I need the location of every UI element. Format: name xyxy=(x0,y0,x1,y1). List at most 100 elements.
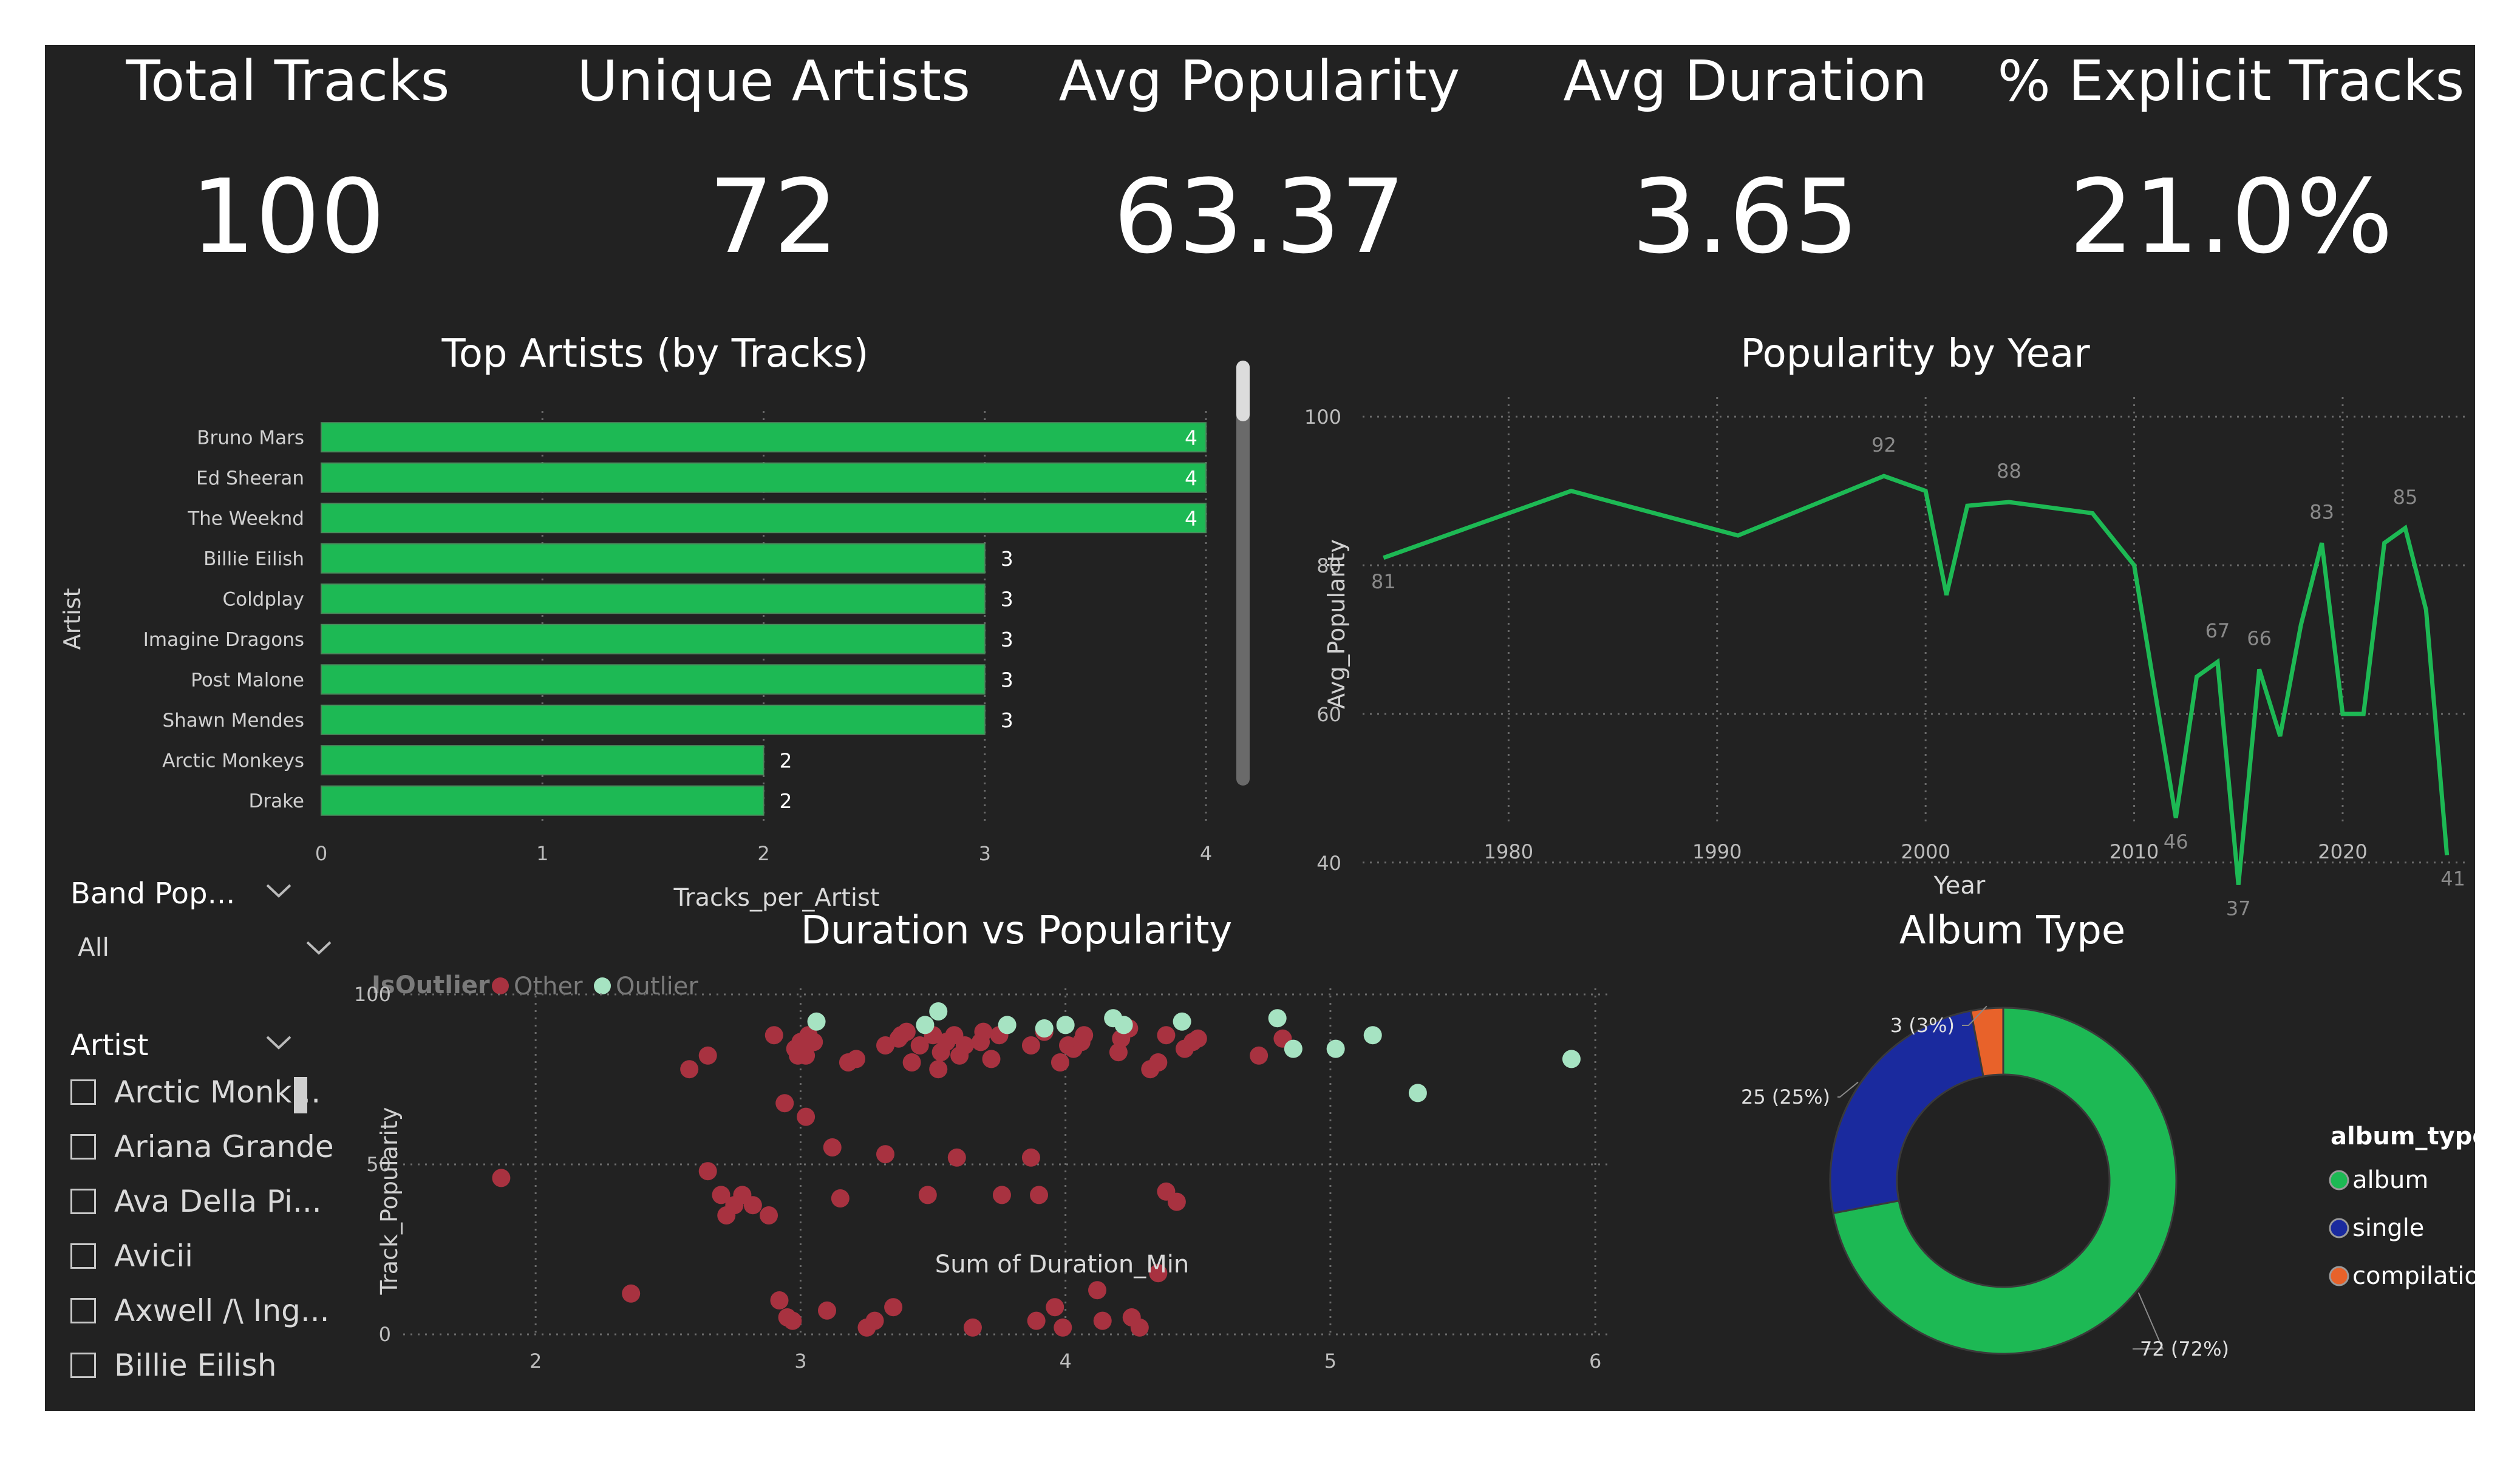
scatter-point xyxy=(1149,1053,1168,1072)
scatter-point xyxy=(823,1138,842,1156)
bar xyxy=(321,745,765,776)
scatter-point xyxy=(1268,1009,1287,1028)
band-popularity-slicer-chevron-icon[interactable] xyxy=(264,878,294,902)
artist-option[interactable]: Ariana Grande xyxy=(70,1126,334,1168)
data-label: 25 (25%) xyxy=(1741,1085,1830,1109)
legend-label: Other xyxy=(514,973,583,1000)
data-label: 92 xyxy=(1871,433,1896,457)
band-popularity-dropdown[interactable]: All xyxy=(70,926,338,969)
kpi-title-total-tracks: Total Tracks xyxy=(126,49,450,114)
data-label: 88 xyxy=(1997,460,2021,483)
kpi-title-avg-popularity: Avg Popularity xyxy=(1058,49,1460,114)
x-tick-label: 3 xyxy=(794,1350,806,1373)
checkbox[interactable] xyxy=(70,1353,96,1378)
bar xyxy=(321,422,1207,453)
y-tick-label: 0 xyxy=(379,1323,391,1346)
y-tick-label: Coldplay xyxy=(222,588,304,610)
data-label: 3 (3%) xyxy=(1890,1014,1955,1037)
y-tick-label: Shawn Mendes xyxy=(162,710,304,732)
y-tick-label: Ed Sheeran xyxy=(196,467,304,489)
scatter-point xyxy=(1408,1084,1427,1102)
scatter-point xyxy=(831,1189,850,1207)
pie-slice xyxy=(1829,1010,1984,1215)
checkbox[interactable] xyxy=(70,1298,96,1323)
checkbox[interactable] xyxy=(70,1189,96,1214)
scatter-point xyxy=(1021,1148,1040,1167)
artist-option-label: Axwell /\ Ing... xyxy=(114,1293,330,1328)
y-axis-title: Artist xyxy=(59,588,86,650)
artist-option[interactable]: Axwell /\ Ing... xyxy=(70,1289,330,1332)
data-label: 4 xyxy=(1185,506,1197,530)
bar-chart-scrollbar[interactable] xyxy=(1236,361,1250,786)
scatter-point xyxy=(1056,1016,1075,1034)
artist-option[interactable]: Billie Eilish xyxy=(70,1344,277,1387)
scatter-point xyxy=(770,1291,789,1309)
checkbox[interactable] xyxy=(70,1243,96,1269)
data-label: 46 xyxy=(2164,830,2188,853)
scatter-point xyxy=(797,1107,816,1126)
scatter-point xyxy=(1157,1026,1176,1045)
scatter-point xyxy=(847,1050,866,1068)
artist-option[interactable]: Avicii xyxy=(70,1235,193,1277)
x-tick-label: 4 xyxy=(1059,1350,1071,1373)
scatter-point xyxy=(876,1145,894,1164)
data-label: 2 xyxy=(780,789,792,813)
scatter-point xyxy=(760,1206,778,1224)
chart-title: Top Artists (by Tracks) xyxy=(441,331,868,376)
scatter-point xyxy=(1035,1019,1054,1038)
series-line xyxy=(1383,474,2450,885)
scatter-point xyxy=(1114,1016,1133,1034)
y-tick-label: Imagine Dragons xyxy=(143,629,304,651)
scatter-point xyxy=(1130,1318,1149,1337)
scatter-point xyxy=(818,1301,837,1320)
artist-option-label: Ariana Grande xyxy=(114,1129,334,1164)
artist-option[interactable]: Ava Della Pi... xyxy=(70,1180,322,1223)
legend-label: compilation xyxy=(2352,1262,2475,1290)
legend-marker xyxy=(492,977,509,994)
kpi-value-avg-popularity: 63.37 xyxy=(1113,157,1406,276)
y-tick-label: Post Malone xyxy=(191,669,304,691)
kpi-value-total-tracks: 100 xyxy=(190,157,386,276)
data-label: 83 xyxy=(2309,500,2334,523)
artist-option[interactable]: Arctic Monk... xyxy=(70,1071,321,1113)
scatter-point xyxy=(1054,1318,1072,1337)
legend-label: album xyxy=(2352,1166,2428,1194)
scatter-point xyxy=(902,1053,921,1072)
scatter-point xyxy=(1562,1050,1581,1068)
data-label: 72 (72%) xyxy=(2140,1337,2229,1360)
scatter-point xyxy=(963,1318,982,1337)
y-axis-title: Track_Popularity xyxy=(376,1107,403,1296)
scatter-point xyxy=(1075,1026,1094,1045)
top-artists-chart: Top Artists (by Tracks)0 1 2 3 4Bruno Mars 4E… xyxy=(59,331,1212,912)
scatter-point xyxy=(680,1060,699,1079)
artist-slicer-scrollbar[interactable] xyxy=(294,1077,307,1113)
data-label: 66 xyxy=(2247,627,2272,650)
duration-vs-popularity-chart: Duration vs PopularityIsOutlier Other Outl… xyxy=(354,908,1609,1373)
scatter-point xyxy=(947,1148,966,1167)
scatter-point xyxy=(865,1311,884,1330)
checkbox[interactable] xyxy=(70,1134,96,1160)
bar xyxy=(321,503,1207,534)
scatter-point xyxy=(1167,1192,1186,1211)
kpi-value-explicit: 21.0% xyxy=(2069,157,2393,276)
scatter-point xyxy=(998,1016,1017,1034)
bar xyxy=(321,785,765,816)
album-type-chart: Album Type 72 (72%) 25 (25%) 3 (3%) album_ty… xyxy=(1741,908,2475,1360)
scatter-point xyxy=(492,1169,511,1187)
artist-option-label: Avicii xyxy=(114,1238,194,1274)
legend-label: single xyxy=(2352,1214,2424,1242)
dashboard-canvas: Total Tracks 100 Unique Artists 72 Avg P… xyxy=(45,45,2475,1411)
scatter-point xyxy=(805,1033,823,1051)
scatter-point xyxy=(929,1060,948,1079)
bar xyxy=(321,462,1207,493)
scatter-point xyxy=(698,1046,717,1065)
artist-slicer-chevron-icon[interactable] xyxy=(264,1030,294,1054)
legend-marker xyxy=(2329,1218,2349,1238)
bar xyxy=(321,623,986,654)
bar-chart-scroll-thumb[interactable] xyxy=(1236,361,1250,421)
y-tick-label: 100 xyxy=(354,983,391,1006)
checkbox[interactable] xyxy=(70,1079,96,1105)
chart-title: Duration vs Popularity xyxy=(801,908,1233,953)
scatter-point xyxy=(622,1284,641,1303)
kpi-title-unique-artists: Unique Artists xyxy=(576,49,971,114)
